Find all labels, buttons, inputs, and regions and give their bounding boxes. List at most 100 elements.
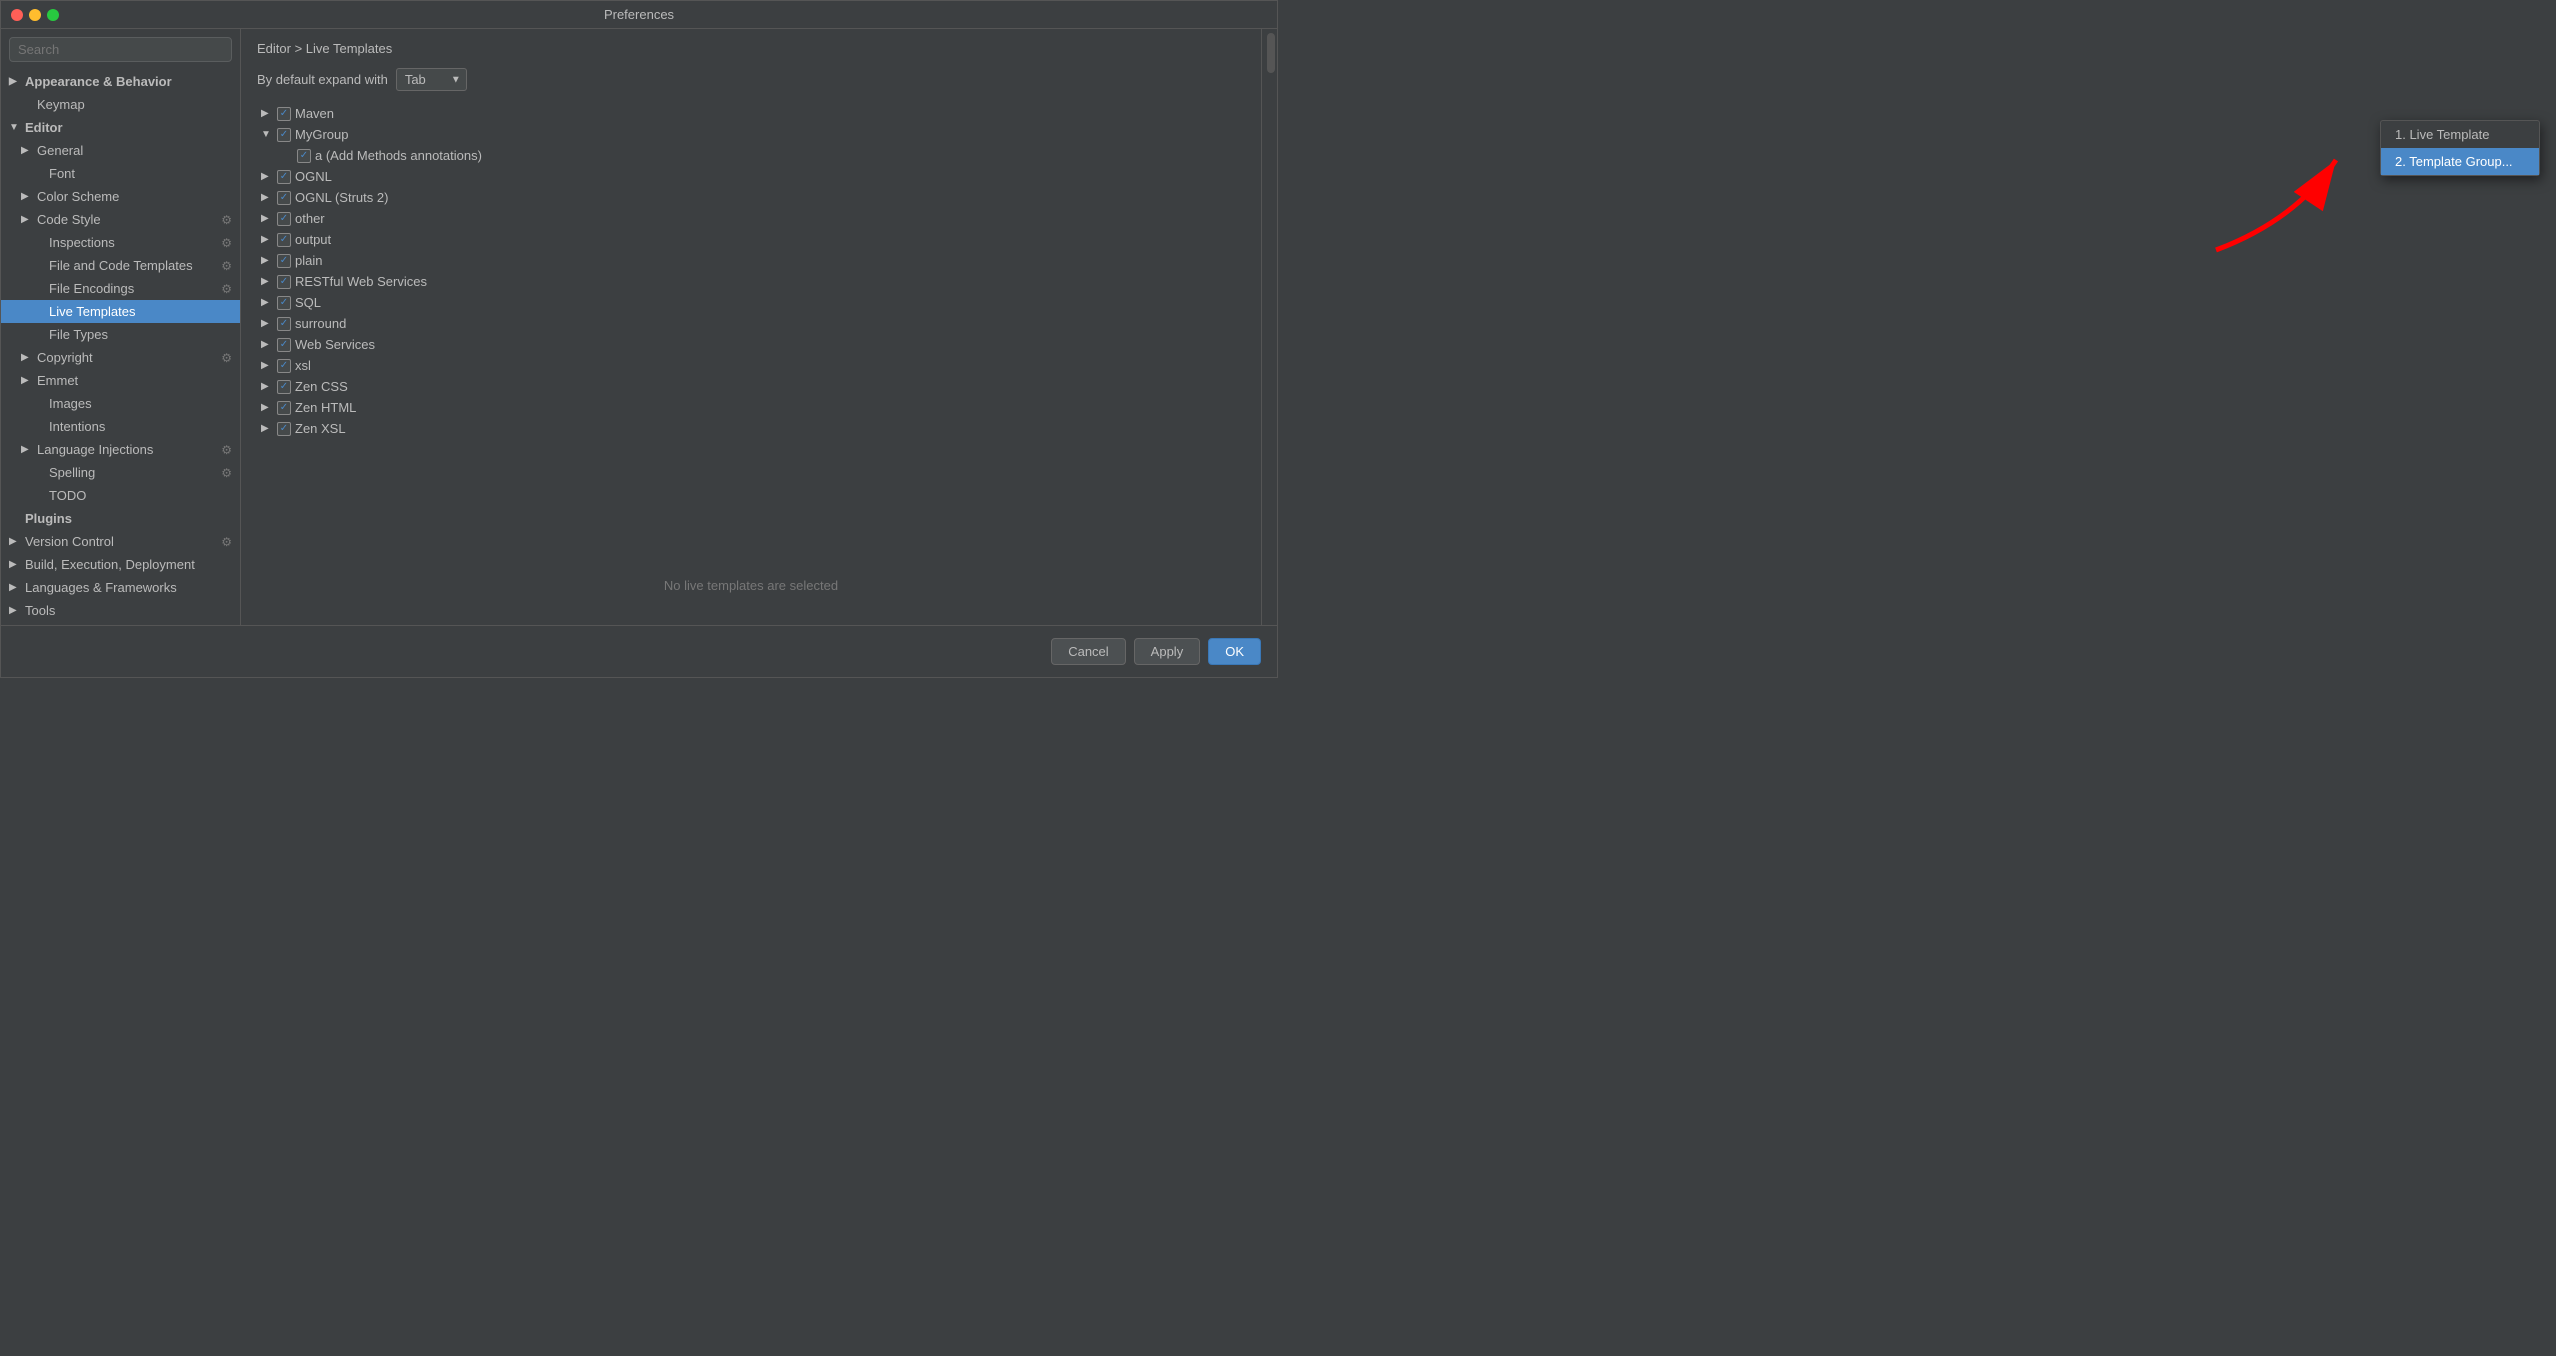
sidebar-item-language-injections[interactable]: ▶ Language Injections ⚙ xyxy=(1,438,240,461)
sidebar-item-file-encodings[interactable]: File Encodings⚙ xyxy=(1,277,240,300)
sidebar-item-live-templates[interactable]: Live Templates xyxy=(1,300,240,323)
gear-icon: ⚙ xyxy=(221,351,232,365)
expand-icon: ▶ xyxy=(261,255,273,266)
template-checkbox[interactable] xyxy=(297,149,311,163)
sidebar-item-color-scheme[interactable]: ▶Color Scheme xyxy=(1,185,240,208)
chevron-icon: ▶ xyxy=(21,444,33,455)
window-controls xyxy=(11,9,59,21)
gear-icon: ⚙ xyxy=(221,236,232,250)
sidebar-item-tools[interactable]: ▶Tools xyxy=(1,599,240,622)
expand-icon: ▶ xyxy=(261,360,273,371)
sidebar-item-version-control[interactable]: ▶Version Control⚙ xyxy=(1,530,240,553)
sidebar-item-keymap[interactable]: Keymap xyxy=(1,93,240,116)
template-item-mygroup-a[interactable]: a (Add Methods annotations) xyxy=(245,145,1257,166)
expand-dropdown[interactable]: Tab Enter Space xyxy=(396,68,467,91)
sidebar-item-label: TODO xyxy=(49,488,86,503)
template-label: MyGroup xyxy=(295,127,348,142)
template-item-surround[interactable]: ▶surround xyxy=(245,313,1257,334)
sidebar-item-label: Keymap xyxy=(37,97,85,112)
sidebar-item-languages-frameworks[interactable]: ▶Languages & Frameworks xyxy=(1,576,240,599)
template-item-mygroup[interactable]: ▼MyGroup xyxy=(245,124,1257,145)
sidebar-item-code-style[interactable]: ▶ Code Style ⚙ xyxy=(1,208,240,231)
template-label: Zen CSS xyxy=(295,379,348,394)
template-checkbox[interactable] xyxy=(277,359,291,373)
sidebar-item-copyright[interactable]: ▶Copyright⚙ xyxy=(1,346,240,369)
sidebar-item-intentions[interactable]: Intentions xyxy=(1,415,240,438)
template-item-output[interactable]: ▶output xyxy=(245,229,1257,250)
sidebar-item-label: File and Code Templates xyxy=(49,258,193,273)
sidebar-item-file-and-code-templates[interactable]: File and Code Templates ⚙ xyxy=(1,254,240,277)
template-checkbox[interactable] xyxy=(277,275,291,289)
sidebar-item-images[interactable]: Images xyxy=(1,392,240,415)
apply-button[interactable]: Apply xyxy=(1134,638,1201,665)
gear-icon: ⚙ xyxy=(221,259,232,273)
template-item-sql[interactable]: ▶SQL xyxy=(245,292,1257,313)
sidebar-item-label: Version Control xyxy=(25,534,114,549)
template-item-zen-xsl[interactable]: ▶Zen XSL xyxy=(245,418,1257,439)
gear-icon: ⚙ xyxy=(221,282,232,296)
chevron-icon: ▶ xyxy=(9,605,21,616)
template-item-ognl[interactable]: ▶OGNL xyxy=(245,166,1257,187)
template-checkbox[interactable] xyxy=(277,338,291,352)
right-scrollbar[interactable] xyxy=(1267,33,1275,73)
template-item-restful[interactable]: ▶ RESTful Web Services xyxy=(245,271,1257,292)
template-item-maven[interactable]: ▶Maven xyxy=(245,103,1257,124)
sidebar-item-appearance[interactable]: ▶Appearance & Behavior xyxy=(1,70,240,93)
template-item-zen-css[interactable]: ▶ Zen CSS xyxy=(245,376,1257,397)
template-label: RESTful Web Services xyxy=(295,274,427,289)
sidebar-item-label: Build, Execution, Deployment xyxy=(25,557,195,572)
gear-icon: ⚙ xyxy=(221,535,232,549)
template-checkbox[interactable] xyxy=(277,422,291,436)
template-item-plain[interactable]: ▶plain xyxy=(245,250,1257,271)
template-item-zen-html[interactable]: ▶Zen HTML xyxy=(245,397,1257,418)
sidebar-item-general[interactable]: ▶General xyxy=(1,139,240,162)
sidebar-item-label: Language Injections xyxy=(37,442,153,457)
template-checkbox[interactable] xyxy=(277,254,291,268)
sidebar-item-label: General xyxy=(37,143,83,158)
sidebar-item-build-execution[interactable]: ▶Build, Execution, Deployment xyxy=(1,553,240,576)
maximize-button[interactable] xyxy=(47,9,59,21)
sidebar-item-label: Languages & Frameworks xyxy=(25,580,177,595)
sidebar-item-todo[interactable]: TODO xyxy=(1,484,240,507)
template-items-container: ▶Maven▼MyGroupa (Add Methods annotations… xyxy=(245,103,1257,439)
templates-list[interactable]: ▶Maven▼MyGroupa (Add Methods annotations… xyxy=(245,99,1257,545)
gear-icon: ⚙ xyxy=(221,213,232,227)
no-selection-text: No live templates are selected xyxy=(245,545,1257,625)
sidebar-item-plugins[interactable]: Plugins xyxy=(1,507,240,530)
bottom-bar: Cancel Apply OK xyxy=(1,625,1277,677)
sidebar-item-inspections[interactable]: Inspections⚙ xyxy=(1,231,240,254)
template-item-xsl[interactable]: ▶xsl xyxy=(245,355,1257,376)
expand-icon: ▶ xyxy=(261,318,273,329)
ok-button[interactable]: OK xyxy=(1208,638,1261,665)
sidebar-item-label: Spelling xyxy=(49,465,95,480)
search-input[interactable] xyxy=(9,37,232,62)
expand-icon: ▶ xyxy=(261,276,273,287)
close-button[interactable] xyxy=(11,9,23,21)
template-item-ognl-struts2[interactable]: ▶OGNL (Struts 2) xyxy=(245,187,1257,208)
window-title: Preferences xyxy=(604,7,674,22)
gear-icon: ⚙ xyxy=(221,443,232,457)
template-checkbox[interactable] xyxy=(277,107,291,121)
sidebar-item-emmet[interactable]: ▶Emmet xyxy=(1,369,240,392)
sidebar-item-label: Code Style xyxy=(37,212,101,227)
sidebar-item-spelling[interactable]: Spelling⚙ xyxy=(1,461,240,484)
template-checkbox[interactable] xyxy=(277,128,291,142)
template-checkbox[interactable] xyxy=(277,401,291,415)
template-checkbox[interactable] xyxy=(277,296,291,310)
cancel-button[interactable]: Cancel xyxy=(1051,638,1125,665)
template-checkbox[interactable] xyxy=(277,380,291,394)
template-checkbox[interactable] xyxy=(277,233,291,247)
template-item-other[interactable]: ▶other xyxy=(245,208,1257,229)
chevron-icon: ▶ xyxy=(21,214,33,225)
template-checkbox[interactable] xyxy=(277,170,291,184)
template-label: Maven xyxy=(295,106,334,121)
template-checkbox[interactable] xyxy=(277,317,291,331)
sidebar-item-file-types[interactable]: File Types xyxy=(1,323,240,346)
sidebar-item-font[interactable]: Font xyxy=(1,162,240,185)
minimize-button[interactable] xyxy=(29,9,41,21)
template-checkbox[interactable] xyxy=(277,212,291,226)
expand-icon: ▶ xyxy=(261,381,273,392)
sidebar-item-editor[interactable]: ▼Editor xyxy=(1,116,240,139)
template-checkbox[interactable] xyxy=(277,191,291,205)
template-item-web-services[interactable]: ▶Web Services xyxy=(245,334,1257,355)
